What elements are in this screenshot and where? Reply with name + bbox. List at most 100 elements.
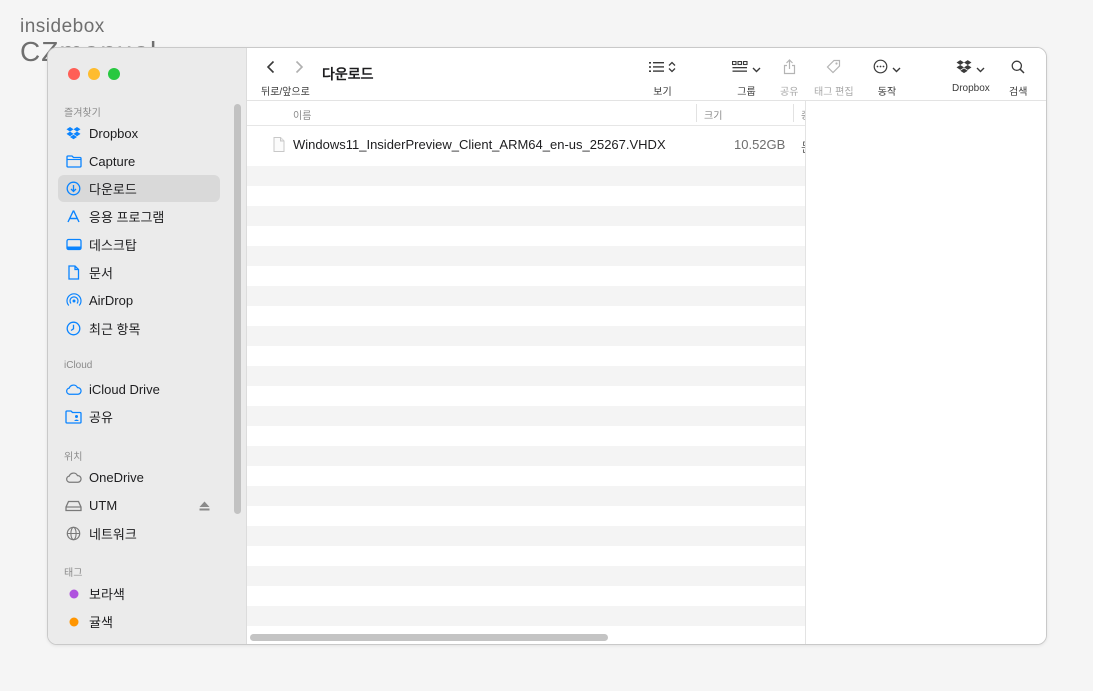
table-row[interactable]: Windows11_InsiderPreview_Client_ARM64_en… [247,126,805,166]
file-rows: Windows11_InsiderPreview_Client_ARM64_en… [247,126,805,644]
up-down-chevron-icon [668,60,676,78]
empty-row [247,246,805,266]
minimize-button[interactable] [88,68,100,80]
dropbox-label: Dropbox [952,83,990,94]
section-icloud: iCloud [64,360,93,371]
search-icon [1011,60,1025,79]
file-list: 이름 크기 종 Windows11_InsiderPreview_Client_… [247,101,805,644]
purple-tag-dot-icon [65,585,82,602]
sidebar-item-label: 네트워크 [89,527,137,542]
orange-tag-dot-icon [65,613,82,630]
column-size[interactable]: 크기 [704,107,722,122]
empty-row [247,226,805,246]
sidebar-item-applications[interactable]: 응용 프로그램 [58,203,220,230]
column-divider[interactable] [793,104,794,122]
desktop-icon [65,236,82,253]
share-button[interactable]: 공유 [780,58,798,98]
sidebar-item-label: 보라색 [89,587,125,602]
cloud-icon [65,469,82,486]
window-title: 다운로드 [322,66,374,82]
empty-row [247,466,805,486]
sidebar-item-label: 응용 프로그램 [89,210,165,225]
empty-row [247,326,805,346]
shared-folder-icon [65,408,82,425]
download-icon [65,180,82,197]
empty-row [247,426,805,446]
group-label: 그룹 [737,87,756,98]
empty-row [247,406,805,426]
view-button[interactable]: 보기 [649,58,676,98]
sidebar-item-tag-orange[interactable]: 귤색 [58,608,220,635]
sidebar-item-desktop[interactable]: 데스크탑 [58,231,220,258]
forward-icon[interactable] [294,60,304,79]
close-button[interactable] [68,68,80,80]
empty-row [247,486,805,506]
traffic-lights [68,68,120,80]
nav-buttons: 뒤로/앞으로 [261,58,310,98]
sidebar-item-documents[interactable]: 문서 [58,259,220,286]
edit-tags-button[interactable]: 태그 편집 [814,58,854,98]
sidebar-item-label: Capture [89,154,136,169]
preview-pane [805,101,1046,644]
list-view-icon [649,60,664,78]
toolbar: 뒤로/앞으로 다운로드 보기 그룹 공유 태그 편집 동작 Dropbox 검색 [247,48,1046,101]
sidebar-item-icloud-drive[interactable]: iCloud Drive [58,376,220,403]
view-label: 보기 [653,87,672,98]
folder-icon [65,153,82,170]
grid-icon [731,60,748,78]
nav-label: 뒤로/앞으로 [261,87,310,98]
empty-row [247,286,805,306]
sidebar-item-network[interactable]: 네트워크 [58,520,220,547]
sidebar-item-label: Dropbox [89,126,139,141]
sidebar-item-utm[interactable]: UTM [58,492,220,519]
sidebar-item-label: OneDrive [89,470,144,485]
empty-row [247,306,805,326]
eject-icon[interactable] [199,499,210,514]
cloud-icon [65,381,82,398]
dropbox-icon [65,125,82,142]
sidebar-item-label: UTM [89,498,118,513]
section-locations: 위치 [64,452,83,463]
globe-icon [65,525,82,542]
dropbox-icon [956,59,972,79]
edit-tags-label: 태그 편집 [814,87,854,98]
column-name[interactable]: 이름 [293,107,311,122]
empty-row [247,366,805,386]
column-divider[interactable] [696,104,697,122]
sidebar-item-downloads[interactable]: 다운로드 [58,175,220,202]
drive-icon [65,497,82,514]
sidebar-item-tag-purple[interactable]: 보라색 [58,580,220,607]
back-icon[interactable] [266,60,276,79]
sidebar-item-onedrive[interactable]: OneDrive [58,464,220,491]
sidebar-item-capture[interactable]: Capture [58,148,220,175]
action-button[interactable]: 동작 [873,58,901,98]
tag-icon [826,59,841,79]
file-size: 10.52GB [734,137,786,152]
empty-row [247,586,805,606]
chevron-down-icon [976,60,985,78]
share-label: 공유 [780,87,799,98]
group-button[interactable]: 그룹 [731,58,761,98]
document-icon [65,264,82,281]
empty-row [247,526,805,546]
zoom-button[interactable] [108,68,120,80]
empty-row [247,506,805,526]
sidebar-item-label: 공유 [89,410,113,425]
sidebar-item-shared[interactable]: 공유 [58,403,220,430]
horizontal-scrollbar[interactable] [250,634,608,641]
empty-row [247,446,805,466]
sidebar-item-dropbox[interactable]: Dropbox [58,120,220,147]
column-header: 이름 크기 종 [247,101,805,126]
sidebar-item-label: 다운로드 [89,182,137,197]
applications-icon [65,208,82,225]
search-button[interactable]: 검색 [1009,58,1027,98]
sidebar-item-airdrop[interactable]: AirDrop [58,287,220,314]
sidebar-scrollbar[interactable] [234,104,241,514]
file-icon [273,137,285,157]
action-label: 동작 [877,87,897,98]
dropbox-button[interactable]: Dropbox [952,58,990,94]
sidebar: 즐겨찾기 Dropbox Capture 다운로드 응용 프로그램 데스크탑 문… [48,48,247,644]
clock-icon [65,320,82,337]
sidebar-item-recents[interactable]: 최근 항목 [58,315,220,342]
airdrop-icon [65,292,82,309]
